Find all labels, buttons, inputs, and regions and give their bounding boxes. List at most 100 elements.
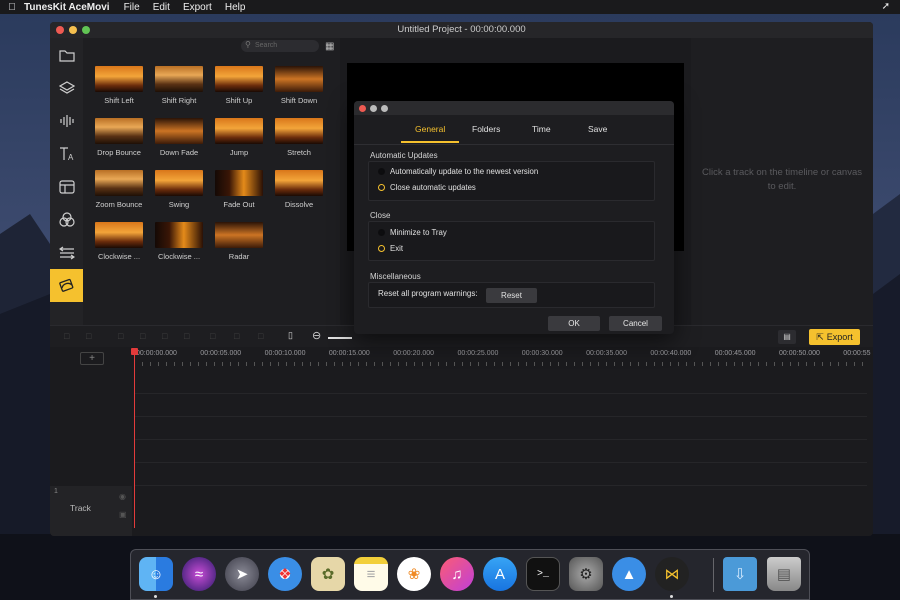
system-preferences-icon[interactable]: ⚙ — [569, 557, 603, 591]
transition-thumbnail — [155, 118, 203, 144]
zoom-slider[interactable] — [328, 337, 352, 339]
ok-button[interactable]: OK — [548, 316, 600, 331]
siri-icon[interactable]: ≈ — [182, 557, 216, 591]
radio-minimize-tray[interactable] — [378, 229, 385, 236]
launchpad-icon[interactable]: ➤ — [225, 557, 259, 591]
grid-view-icon[interactable]: ▦ — [325, 41, 334, 52]
track-header[interactable]: 1 Track ◉ ▣ — [50, 486, 132, 536]
redo-icon[interactable]: □ — [86, 331, 91, 341]
eye-icon[interactable]: ◉ — [119, 492, 126, 501]
sidebar-transitions[interactable] — [50, 269, 83, 302]
snapshot-button[interactable]: ▤ — [778, 330, 796, 344]
lock-icon[interactable]: ▣ — [119, 510, 127, 519]
transition-item[interactable]: Clockwise ... — [91, 222, 147, 261]
transition-item[interactable]: Radar — [211, 222, 267, 261]
tab-folders[interactable]: Folders — [472, 124, 500, 134]
export-button[interactable]: ⇱ Export — [809, 329, 860, 345]
transition-thumbnail — [155, 66, 203, 92]
radio-auto-update[interactable] — [378, 168, 385, 175]
properties-hint: Click a track on the timeline or canvas … — [702, 167, 862, 192]
apple-menu-icon[interactable]:  — [0, 2, 24, 13]
transition-item[interactable]: Jump — [211, 118, 267, 157]
sidebar-audio[interactable] — [50, 104, 83, 137]
transition-item[interactable]: Down Fade — [151, 118, 207, 157]
radio-exit[interactable] — [378, 245, 385, 252]
filters-icon — [58, 211, 75, 227]
window-title: Untitled Project - 00:00:00.000 — [397, 24, 526, 35]
safari-icon[interactable]: ❖ — [268, 557, 302, 591]
transition-thumbnail — [155, 170, 203, 196]
menu-export[interactable]: Export — [183, 2, 212, 13]
notes-icon[interactable]: ≡ — [354, 557, 388, 591]
app-store-icon[interactable]: A — [483, 557, 517, 591]
sidebar-media[interactable] — [50, 38, 83, 71]
radio-close-updates[interactable] — [378, 184, 385, 191]
add-track-button[interactable]: + — [80, 352, 104, 365]
transition-icon — [58, 278, 73, 292]
sidebar-elements[interactable] — [50, 236, 83, 269]
delete-icon[interactable]: □ — [258, 331, 263, 341]
transition-item[interactable]: Drop Bounce — [91, 118, 147, 157]
transition-thumbnail — [95, 170, 143, 196]
dialog-close-button[interactable] — [359, 104, 366, 112]
crop-icon[interactable]: □ — [140, 331, 145, 341]
mail-icon[interactable]: ✿ — [311, 557, 345, 591]
transition-item[interactable]: Zoom Bounce — [91, 170, 147, 209]
speed-icon[interactable]: □ — [184, 331, 189, 341]
tab-save[interactable]: Save — [588, 124, 607, 134]
reset-button[interactable]: Reset — [486, 288, 537, 303]
downloads-folder-icon[interactable]: ⇩ — [723, 557, 757, 591]
transition-item[interactable]: Shift Up — [211, 66, 267, 105]
menu-app-name[interactable]: TunesKit AceMovi — [24, 2, 110, 13]
transition-item[interactable]: Dissolve — [271, 170, 327, 209]
status-arrow-icon[interactable]: ➚ — [882, 1, 890, 12]
search-input[interactable]: Search — [241, 40, 319, 52]
photos-icon[interactable]: ❀ — [397, 557, 431, 591]
menu-edit[interactable]: Edit — [153, 2, 170, 13]
rotate-icon[interactable]: □ — [210, 331, 215, 341]
search-icon: ⚲ — [245, 40, 251, 49]
menu-help[interactable]: Help — [225, 2, 246, 13]
transition-item[interactable]: Clockwise ... — [151, 222, 207, 261]
dialog-zoom-button[interactable] — [381, 104, 388, 112]
tab-time[interactable]: Time — [532, 124, 551, 134]
undo-icon[interactable]: □ — [64, 331, 69, 341]
sidebar-filters[interactable] — [50, 203, 83, 236]
finder-icon[interactable]: ☺ — [139, 557, 173, 591]
dialog-minimize-button[interactable] — [370, 104, 377, 112]
tuneskit-icon[interactable]: ⋈ — [655, 557, 689, 591]
playhead[interactable] — [134, 350, 135, 528]
menu-file[interactable]: File — [124, 2, 140, 13]
trim-icon[interactable]: □ — [162, 331, 167, 341]
transition-item[interactable]: Shift Left — [91, 66, 147, 105]
trash-icon[interactable]: ▤ — [767, 557, 801, 591]
itunes-icon[interactable]: ♫ — [440, 557, 474, 591]
transition-item[interactable]: Shift Down — [271, 66, 327, 105]
transition-label: Clockwise ... — [157, 252, 201, 261]
marker-icon[interactable]: ▯ — [288, 330, 293, 341]
sidebar-layers[interactable] — [50, 71, 83, 104]
tab-general[interactable]: General — [415, 124, 445, 134]
option-close-updates-label: Close automatic updates — [390, 183, 476, 192]
sidebar-templates[interactable] — [50, 170, 83, 203]
duplicate-icon[interactable]: □ — [234, 331, 239, 341]
ruler-tick-label: 00:00:00.000 — [136, 350, 177, 357]
timeline-tracks[interactable]: 1 Track ◉ ▣ — [50, 369, 873, 536]
option-close-updates[interactable]: Close automatic updates — [378, 183, 476, 192]
cancel-button[interactable]: Cancel — [609, 316, 662, 331]
split-icon[interactable]: □ — [118, 331, 123, 341]
transition-item[interactable]: Shift Right — [151, 66, 207, 105]
sidebar-text[interactable]: A — [50, 137, 83, 170]
zoom-out-icon[interactable]: ⊖ — [312, 329, 321, 342]
option-exit[interactable]: Exit — [378, 244, 403, 253]
terminal-icon[interactable]: >_ — [526, 557, 560, 591]
option-auto-update[interactable]: Automatically update to the newest versi… — [378, 167, 538, 176]
option-minimize-tray[interactable]: Minimize to Tray — [378, 228, 447, 237]
transition-item[interactable]: Stretch — [271, 118, 327, 157]
timeline-ruler[interactable]: + 00:00:00.000 00:00:05.000 00:00:10.000 00… — [50, 347, 873, 369]
transition-item[interactable]: Swing — [151, 170, 207, 209]
transition-item[interactable]: Fade Out — [211, 170, 267, 209]
reset-warnings-label: Reset all program warnings: — [378, 289, 478, 298]
track-divider — [134, 485, 867, 486]
acemovi-icon[interactable]: ▲ — [612, 557, 646, 591]
